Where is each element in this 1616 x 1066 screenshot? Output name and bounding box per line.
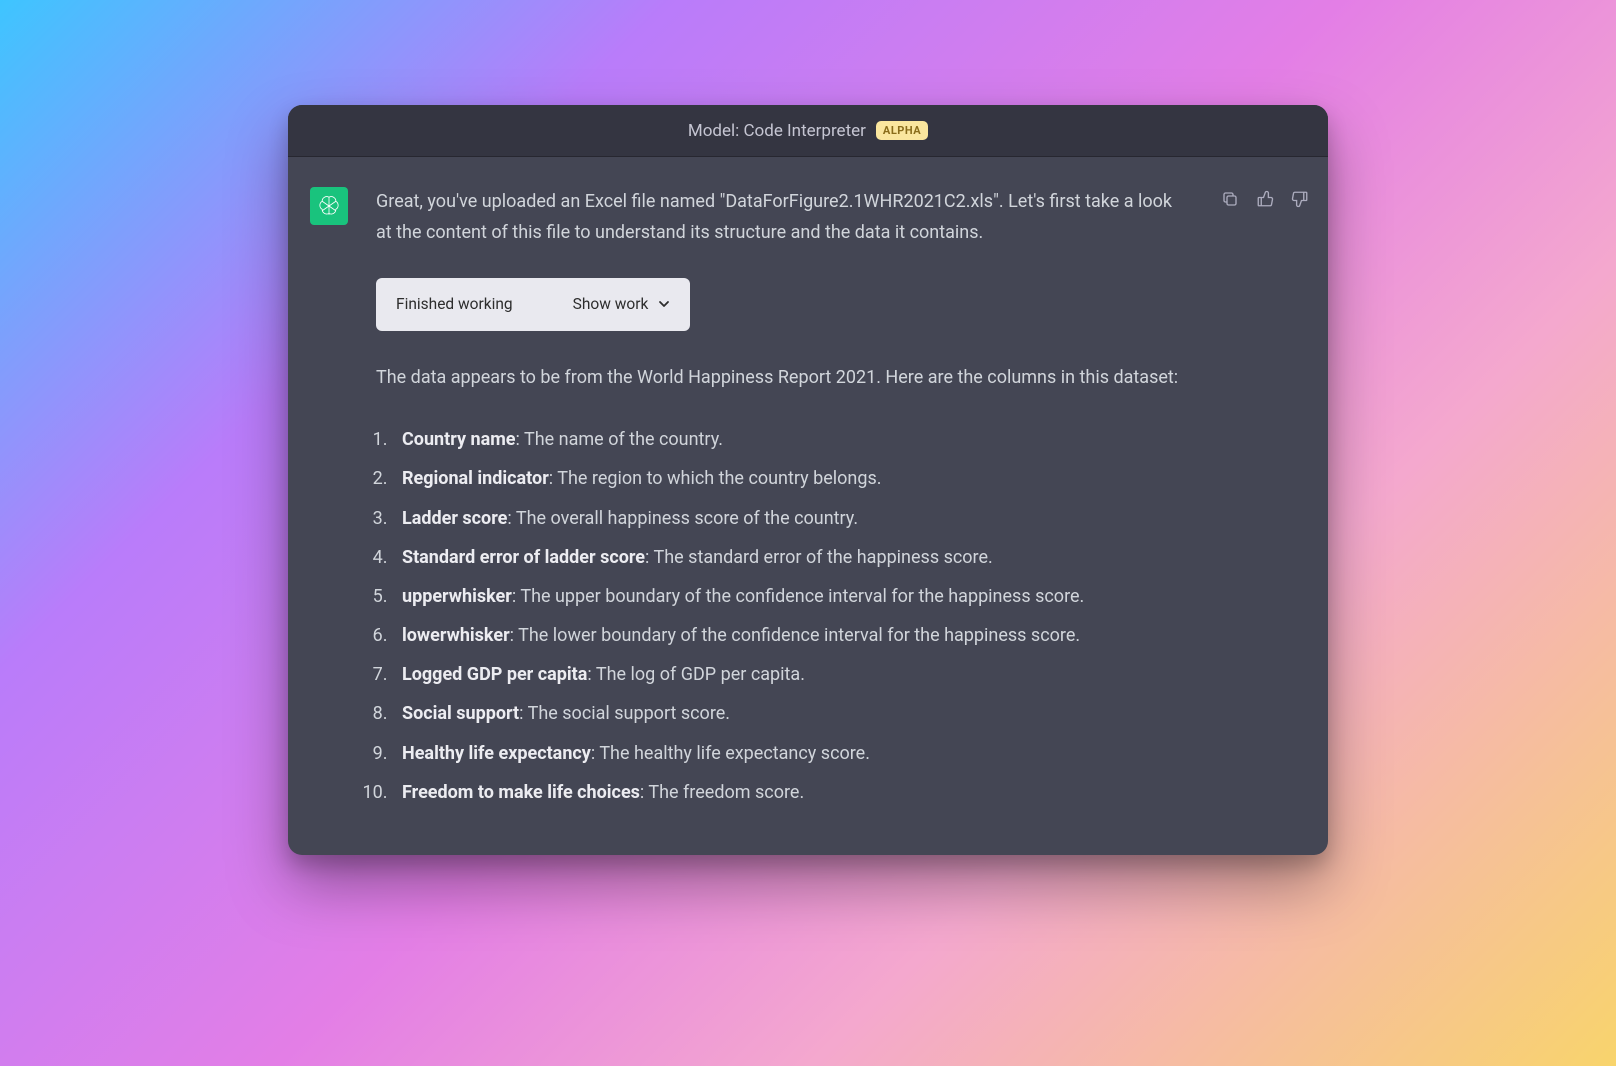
alpha-badge: ALPHA bbox=[876, 121, 928, 140]
intro-paragraph: Great, you've uploaded an Excel file nam… bbox=[376, 187, 1184, 248]
column-item: Logged GDP per capita: The log of GDP pe… bbox=[392, 658, 1184, 692]
column-item: lowerwhisker: The lower boundary of the … bbox=[392, 619, 1184, 653]
column-item: Regional indicator: The region to which … bbox=[392, 462, 1184, 496]
copy-button[interactable] bbox=[1220, 189, 1240, 209]
assistant-message: Great, you've uploaded an Excel file nam… bbox=[288, 157, 1328, 855]
message-actions bbox=[1220, 187, 1310, 815]
chat-card: Model: Code Interpreter ALPHA Great, you… bbox=[288, 105, 1328, 855]
columns-list: Country name: The name of the country. Re… bbox=[372, 423, 1184, 810]
work-status: Finished working bbox=[396, 291, 513, 317]
column-desc: : The name of the country. bbox=[516, 429, 723, 450]
message-content: Great, you've uploaded an Excel file nam… bbox=[376, 187, 1192, 815]
thumbs-up-icon bbox=[1256, 190, 1274, 208]
openai-logo-icon bbox=[317, 194, 341, 218]
column-desc: : The log of GDP per capita. bbox=[587, 664, 805, 685]
column-term: Logged GDP per capita bbox=[402, 664, 587, 685]
assistant-avatar bbox=[310, 187, 348, 225]
thumbs-down-button[interactable] bbox=[1290, 189, 1310, 209]
column-term: Country name bbox=[402, 429, 516, 450]
copy-icon bbox=[1221, 190, 1239, 208]
column-term: Healthy life expectancy bbox=[402, 743, 591, 764]
column-term: lowerwhisker bbox=[402, 625, 510, 646]
column-desc: : The healthy life expectancy score. bbox=[591, 743, 870, 764]
column-term: Freedom to make life choices bbox=[402, 782, 640, 803]
column-item: Healthy life expectancy: The healthy lif… bbox=[392, 737, 1184, 771]
chevron-down-icon bbox=[658, 298, 670, 310]
column-term: Regional indicator bbox=[402, 468, 549, 489]
column-term: upperwhisker bbox=[402, 586, 512, 607]
column-desc: : The social support score. bbox=[519, 703, 730, 724]
column-item: Freedom to make life choices: The freedo… bbox=[392, 776, 1184, 810]
column-item: Country name: The name of the country. bbox=[392, 423, 1184, 457]
code-work-box[interactable]: Finished working Show work bbox=[376, 278, 690, 330]
model-label: Model: Code Interpreter bbox=[688, 121, 866, 141]
model-header: Model: Code Interpreter ALPHA bbox=[288, 105, 1328, 157]
thumbs-up-button[interactable] bbox=[1255, 189, 1275, 209]
column-item: Ladder score: The overall happiness scor… bbox=[392, 502, 1184, 536]
thumbs-down-icon bbox=[1291, 190, 1309, 208]
show-work-label: Show work bbox=[573, 291, 649, 317]
column-desc: : The region to which the country belong… bbox=[549, 468, 882, 489]
column-desc: : The overall happiness score of the cou… bbox=[507, 508, 858, 529]
column-term: Ladder score bbox=[402, 508, 507, 529]
column-desc: : The standard error of the happiness sc… bbox=[645, 547, 993, 568]
column-term: Social support bbox=[402, 703, 519, 724]
columns-intro: The data appears to be from the World Ha… bbox=[376, 363, 1184, 394]
column-desc: : The freedom score. bbox=[640, 782, 804, 803]
column-item: upperwhisker: The upper boundary of the … bbox=[392, 580, 1184, 614]
column-item: Social support: The social support score… bbox=[392, 697, 1184, 731]
column-term: Standard error of ladder score bbox=[402, 547, 645, 568]
column-desc: : The lower boundary of the confidence i… bbox=[510, 625, 1080, 646]
column-desc: : The upper boundary of the confidence i… bbox=[512, 586, 1084, 607]
show-work-toggle[interactable]: Show work bbox=[573, 291, 671, 317]
column-item: Standard error of ladder score: The stan… bbox=[392, 541, 1184, 575]
